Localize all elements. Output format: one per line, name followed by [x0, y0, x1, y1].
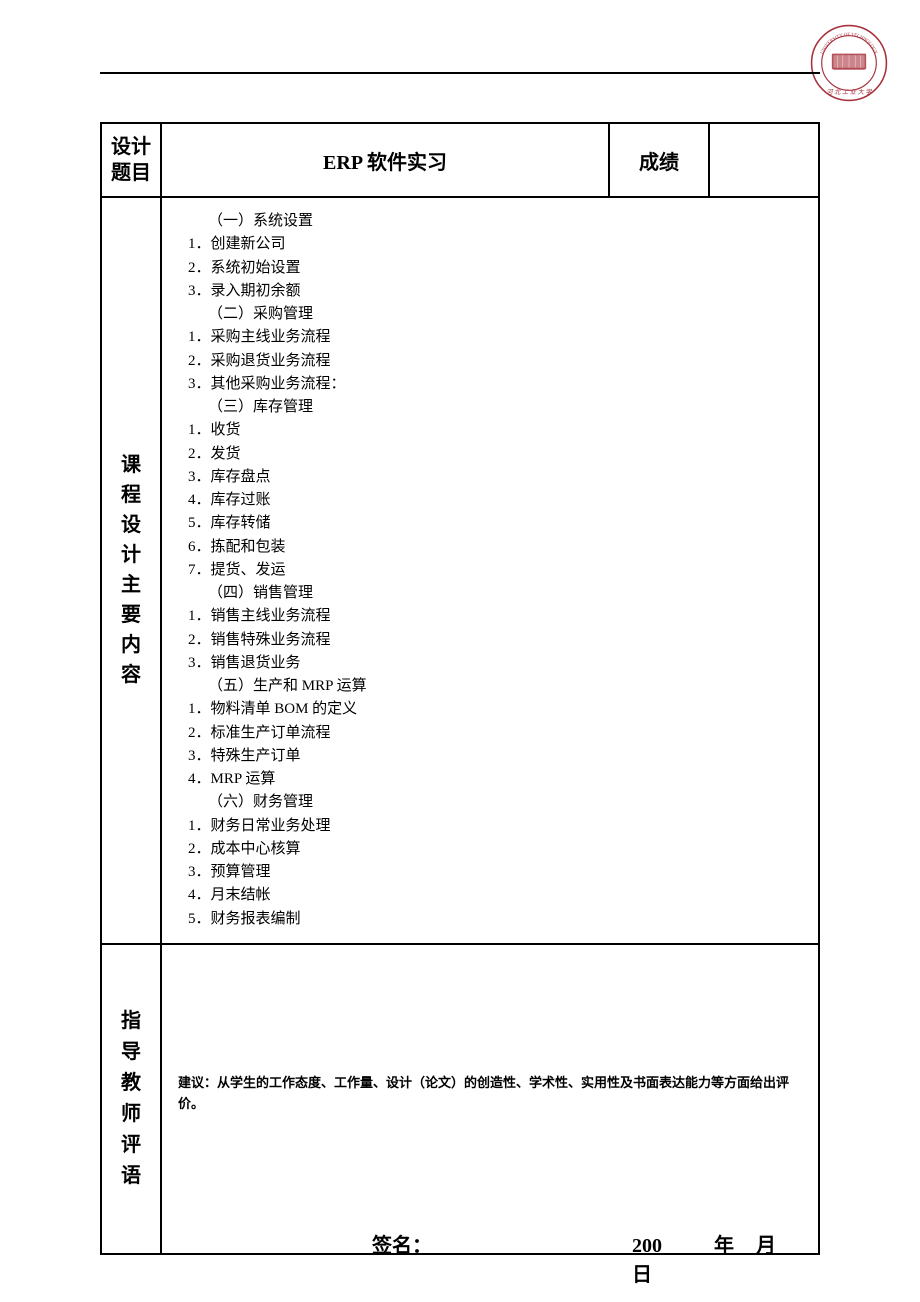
design-title: ERP 软件实习: [161, 123, 609, 197]
svg-text:UNIVERSITY OF TECHNOLOGY: UNIVERSITY OF TECHNOLOGY: [820, 33, 878, 56]
title-row: 设计 题目 ERP 软件实习 成绩: [101, 123, 819, 197]
content-line: 1．创建新公司: [180, 233, 800, 256]
content-line: 4．月末结帐: [180, 884, 800, 907]
content-line: 2．系统初始设置: [180, 257, 800, 280]
content-line: 5．财务报表编制: [180, 908, 800, 931]
design-topic-label: 设计 题目: [101, 123, 161, 197]
content-line: 2．标准生产订单流程: [180, 722, 800, 745]
content-line: 3．特殊生产订单: [180, 745, 800, 768]
content-line: 4．MRP 运算: [180, 768, 800, 791]
month-label: 月: [756, 1235, 776, 1257]
signature-label: 签名：: [372, 1229, 432, 1258]
content-line: （五）生产和 MRP 运算: [180, 675, 800, 698]
content-line: 1．财务日常业务处理: [180, 815, 800, 838]
content-line: 1．采购主线业务流程: [180, 326, 800, 349]
header-divider: [100, 72, 820, 74]
content-line: （二）采购管理: [180, 303, 800, 326]
content-cell: （一）系统设置1．创建新公司2．系统初始设置3．录入期初余额（二）采购管理1．采…: [161, 197, 819, 944]
content-line: 3．销售退货业务: [180, 652, 800, 675]
content-line: 2．发货: [180, 443, 800, 466]
content-line: 7．提货、发运: [180, 559, 800, 582]
content-line: 3．库存盘点: [180, 466, 800, 489]
grade-label: 成绩: [609, 123, 709, 197]
university-seal: UNIVERSITY OF TECHNOLOGY 河 北 工 业 大 学: [810, 24, 888, 102]
year-prefix: 200: [632, 1235, 662, 1257]
year-label: 年: [714, 1235, 734, 1257]
content-row: 课程设计主要内容 （一）系统设置1．创建新公司2．系统初始设置3．录入期初余额（…: [101, 197, 819, 944]
content-line: 2．成本中心核算: [180, 838, 800, 861]
content-line: 2．采购退货业务流程: [180, 350, 800, 373]
date-line: 200 年月日: [632, 1229, 818, 1287]
form-table: 设计 题目 ERP 软件实习 成绩 课程设计主要内容 （一）系统设置1．创建新公…: [100, 122, 820, 1255]
content-line: 4．库存过账: [180, 489, 800, 512]
evaluation-side-label: 指导教师评语: [101, 944, 161, 1254]
day-label: 日: [632, 1264, 652, 1286]
content-line: 3．预算管理: [180, 861, 800, 884]
content-line: 1．销售主线业务流程: [180, 605, 800, 628]
evaluation-hint: 建议：从学生的工作态度、工作量、设计（论文）的创造性、学术性、实用性及书面表达能…: [178, 1073, 802, 1115]
grade-value: [709, 123, 819, 197]
content-line: 3．录入期初余额: [180, 280, 800, 303]
svg-text:河 北 工 业 大 学: 河 北 工 业 大 学: [826, 88, 872, 96]
content-line: 5．库存转储: [180, 512, 800, 535]
content-line: （三）库存管理: [180, 396, 800, 419]
content-line: （一）系统设置: [180, 210, 800, 233]
content-line: （六）财务管理: [180, 791, 800, 814]
evaluation-row: 指导教师评语 建议：从学生的工作态度、工作量、设计（论文）的创造性、学术性、实用…: [101, 944, 819, 1254]
content-line: 2．销售特殊业务流程: [180, 629, 800, 652]
content-line: 1．物料清单 BOM 的定义: [180, 698, 800, 721]
content-line: （四）销售管理: [180, 582, 800, 605]
content-side-label: 课程设计主要内容: [101, 197, 161, 944]
evaluation-cell: 建议：从学生的工作态度、工作量、设计（论文）的创造性、学术性、实用性及书面表达能…: [161, 944, 819, 1254]
content-line: 3．其他采购业务流程：: [180, 373, 800, 396]
content-line: 6．拣配和包装: [180, 536, 800, 559]
content-line: 1．收货: [180, 419, 800, 442]
